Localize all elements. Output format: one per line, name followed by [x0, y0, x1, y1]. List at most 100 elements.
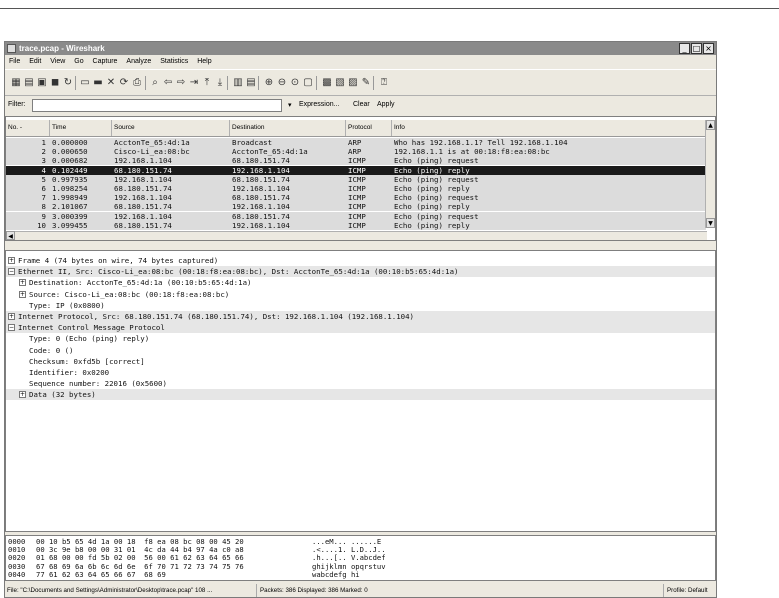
- detail-tree-item[interactable]: + Internet Protocol, Src: 68.180.151.74 (…: [6, 311, 715, 322]
- menu-file[interactable]: File: [9, 56, 20, 68]
- column-no[interactable]: No. -: [6, 120, 50, 136]
- column-time[interactable]: Time: [50, 120, 112, 136]
- detail-tree-item[interactable]: − Ethernet II, Src: Cisco-Li_ea:08:bc (00…: [6, 266, 715, 278]
- detail-tree-item[interactable]: + Destination: AcctonTe_65:4d:1a (00:10:b…: [6, 277, 715, 288]
- first-icon[interactable]: ⤒: [201, 77, 213, 89]
- column-destination[interactable]: Destination: [230, 120, 346, 136]
- expression-button[interactable]: Expression...: [299, 101, 339, 108]
- detail-tree-item[interactable]: Identifier: 0x0200: [6, 367, 715, 378]
- detail-tree-item[interactable]: + Source: Cisco-Li_ea:08:bc (00:18:f8:ea:…: [6, 289, 715, 300]
- menu-edit[interactable]: Edit: [29, 56, 41, 68]
- menu-help[interactable]: Help: [197, 56, 211, 68]
- detail-tree-item[interactable]: Sequence number: 22016 (0x5600): [6, 378, 715, 389]
- hex-row[interactable]: 0040 77 61 62 63 64 65 66 67 68 69 wabcdef…: [6, 570, 715, 579]
- print-icon[interactable]: ⎙: [131, 77, 143, 89]
- expand-icon[interactable]: +: [8, 313, 15, 320]
- detail-text: Source: Cisco-Li_ea:08:bc (00:18:f8:ea:0…: [29, 289, 230, 299]
- start-capture-icon[interactable]: ▣: [36, 77, 48, 89]
- interface-list-icon[interactable]: ▦: [10, 77, 22, 89]
- packet-list-vertical-scrollbar[interactable]: ▲ ▼: [705, 120, 715, 228]
- packet-row[interactable]: 6 1.098254 68.180.151.74 192.168.1.104 ICMP E…: [6, 184, 706, 193]
- packet-list-header: No. - Time Source Destination Protocol I…: [6, 120, 706, 137]
- menu-analyze[interactable]: Analyze: [126, 56, 151, 68]
- resize-columns-icon[interactable]: ▢: [302, 77, 314, 89]
- zoom-normal-icon[interactable]: ⊙: [289, 77, 301, 89]
- stop-capture-icon[interactable]: ◼: [49, 77, 61, 89]
- packet-list-horizontal-scrollbar[interactable]: ◀: [6, 231, 707, 240]
- find-icon[interactable]: ⌕: [149, 77, 161, 89]
- expand-icon[interactable]: +: [19, 279, 26, 287]
- scroll-up-arrow-icon[interactable]: ▲: [706, 120, 715, 130]
- packet-cell-info: Echo (ping) request: [394, 211, 479, 221]
- close-button[interactable]: ×: [703, 43, 714, 54]
- packet-row[interactable]: 1 0.000000 AcctonTe_65:4d:1a Broadcast ARP Wh…: [6, 138, 706, 147]
- capture-options-icon[interactable]: ▤: [23, 77, 35, 89]
- zoom-in-icon[interactable]: ⊕: [263, 77, 275, 89]
- coloring-rules-icon[interactable]: ▨: [347, 77, 359, 89]
- scroll-down-arrow-icon[interactable]: ▼: [706, 218, 715, 228]
- reload-icon[interactable]: ⟳: [118, 77, 130, 89]
- minimize-button[interactable]: _: [679, 43, 690, 54]
- packet-cell-src: 192.168.1.104: [114, 211, 172, 221]
- packet-row[interactable]: 5 0.997935 192.168.1.104 68.180.151.74 ICMP E…: [6, 174, 706, 184]
- menu-capture[interactable]: Capture: [93, 56, 118, 68]
- expand-icon[interactable]: +: [8, 257, 15, 264]
- packet-row[interactable]: 9 3.000399 192.168.1.104 68.180.151.74 ICMP E…: [6, 211, 706, 221]
- detail-tree-item[interactable]: − Internet Control Message Protocol: [6, 322, 715, 334]
- packet-cell-no: 2: [41, 147, 46, 157]
- menu-bar: File Edit View Go Capture Analyze Statis…: [5, 56, 716, 68]
- restart-capture-icon[interactable]: ↻: [62, 77, 74, 89]
- detail-tree-item[interactable]: + Data (32 bytes): [6, 389, 715, 401]
- packet-cell-src: Cisco-Li_ea:08:bc: [114, 147, 190, 157]
- menu-go[interactable]: Go: [74, 56, 83, 68]
- save-icon[interactable]: ▬: [92, 77, 104, 89]
- column-info[interactable]: Info: [392, 120, 706, 136]
- zoom-out-icon[interactable]: ⊖: [276, 77, 288, 89]
- toolbar-separator: [227, 76, 228, 90]
- detail-tree-item[interactable]: + Frame 4 (74 bytes on wire, 74 bytes cap…: [6, 255, 715, 266]
- detail-tree-item[interactable]: Type: 0 (Echo (ping) reply): [6, 333, 715, 344]
- display-filters-icon[interactable]: ▧: [334, 77, 346, 89]
- packet-cell-proto: ICMP: [348, 184, 366, 193]
- scroll-left-arrow-icon[interactable]: ◀: [6, 231, 15, 240]
- column-source[interactable]: Source: [112, 120, 230, 136]
- expand-icon[interactable]: +: [19, 290, 26, 298]
- colorize-icon[interactable]: ▥: [232, 77, 244, 89]
- packet-row[interactable]: 3 0.000682 192.168.1.104 68.180.151.74 ICMP E…: [6, 156, 706, 166]
- packet-cell-no: 7: [41, 193, 46, 203]
- collapse-icon[interactable]: −: [8, 324, 15, 332]
- expand-icon[interactable]: +: [19, 391, 26, 399]
- detail-tree-item[interactable]: Type: IP (0x0800): [6, 300, 715, 311]
- close-file-icon[interactable]: ✕: [105, 77, 117, 89]
- status-profile[interactable]: Profile: Default: [665, 584, 716, 597]
- capture-filters-icon[interactable]: ▩: [321, 77, 333, 89]
- back-icon[interactable]: ⇦: [162, 77, 174, 89]
- packet-row[interactable]: 8 2.101067 68.180.151.74 192.168.1.104 ICMP E…: [6, 202, 706, 212]
- preferences-icon[interactable]: ✎: [360, 77, 372, 89]
- apply-button[interactable]: Apply: [377, 101, 395, 108]
- detail-tree-item[interactable]: Checksum: 0xfd5b [correct]: [6, 356, 715, 367]
- title-bar[interactable]: trace.pcap - Wireshark _ □ ×: [5, 42, 716, 55]
- maximize-button[interactable]: □: [691, 43, 702, 54]
- toolbar-separator: [145, 76, 146, 90]
- packet-row[interactable]: 7 1.998949 192.168.1.104 68.180.151.74 ICMP E…: [6, 193, 706, 203]
- packet-cell-info: 192.168.1.1 is at 00:18:f8:ea:08:bc: [394, 147, 550, 157]
- filter-dropdown-icon[interactable]: ▾: [288, 101, 292, 109]
- packet-cell-src: 68.180.151.74: [114, 202, 172, 212]
- last-icon[interactable]: ⤓: [214, 77, 226, 89]
- autoscroll-icon[interactable]: ▤: [245, 77, 257, 89]
- clear-button[interactable]: Clear: [353, 101, 370, 108]
- detail-tree-item[interactable]: Code: 0 (): [6, 345, 715, 356]
- goto-icon[interactable]: ⇥: [188, 77, 200, 89]
- help-icon[interactable]: ⍰: [378, 77, 390, 89]
- column-protocol[interactable]: Protocol: [346, 120, 392, 136]
- packet-row[interactable]: 4 0.102449 68.180.151.74 192.168.1.104 ICMP E…: [6, 165, 706, 175]
- menu-statistics[interactable]: Statistics: [160, 56, 188, 68]
- collapse-icon[interactable]: −: [8, 268, 15, 276]
- open-icon[interactable]: ▭: [79, 77, 91, 89]
- packet-row[interactable]: 10 3.099455 68.180.151.74 192.168.1.104 ICMP…: [6, 220, 706, 230]
- display-filter-input[interactable]: [32, 99, 282, 112]
- forward-icon[interactable]: ⇨: [175, 77, 187, 89]
- packet-row[interactable]: 2 0.000650 Cisco-Li_ea:08:bc AcctonTe_65:4d…: [6, 147, 706, 157]
- menu-view[interactable]: View: [50, 56, 65, 68]
